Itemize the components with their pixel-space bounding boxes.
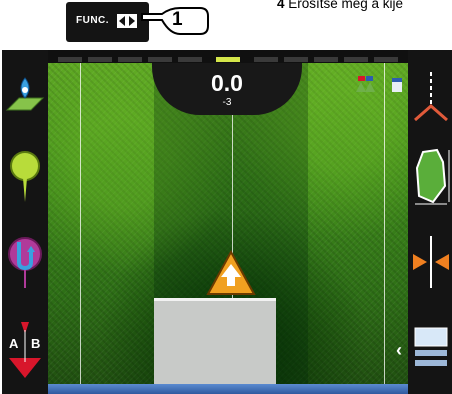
- func-label: FUNC.: [76, 15, 110, 26]
- field-boundary-icon[interactable]: [411, 146, 451, 206]
- section-segment: [284, 57, 308, 62]
- section-legend-icon: [356, 76, 402, 92]
- vehicle-icon: [206, 250, 256, 295]
- func-button[interactable]: FUNC.: [66, 2, 149, 42]
- section-segment-active: [216, 57, 240, 62]
- ab-label-b: B: [31, 336, 41, 351]
- ab-label-a: A: [9, 336, 19, 351]
- section-segment: [254, 57, 278, 62]
- section-segment: [178, 57, 202, 62]
- bottom-status-strip: [48, 384, 408, 394]
- guidance-shift-icon[interactable]: [411, 232, 451, 292]
- section-segment: [148, 57, 172, 62]
- section-status-bar: [48, 50, 418, 63]
- section-segment: [344, 57, 368, 62]
- section-segment: [88, 57, 112, 62]
- readout-offset: -3: [222, 97, 232, 108]
- guidance-screen: 0.0 -3 A B ‹: [2, 50, 452, 394]
- map-layer-icon[interactable]: [5, 70, 45, 130]
- left-toolbar: A B: [2, 50, 48, 394]
- instruction-step: 4: [277, 0, 285, 11]
- instruction-body: Erősítse meg a kije: [284, 0, 404, 11]
- readout-value: 0.0: [211, 70, 243, 96]
- cross-track-readout: 0.0 -3: [152, 63, 302, 115]
- section-segment: [58, 57, 82, 62]
- pin-marker-icon[interactable]: [5, 146, 45, 206]
- section-segment: [314, 57, 338, 62]
- sections-icon[interactable]: [411, 70, 451, 130]
- section-segment: [374, 57, 398, 62]
- chevron-left-icon[interactable]: ‹: [396, 340, 402, 361]
- applied-coverage: [154, 298, 276, 391]
- guide-line: [384, 63, 385, 393]
- callout-number: 1: [172, 9, 183, 30]
- split-arrow-icon: [117, 14, 137, 28]
- u-turn-icon[interactable]: [5, 232, 45, 292]
- right-toolbar: [408, 50, 452, 394]
- instruction-text: 4 Erősítse meg a kije: [277, 0, 403, 11]
- display-toggle-icon[interactable]: [411, 318, 451, 378]
- guide-line: [80, 63, 81, 393]
- section-segment: [118, 57, 142, 62]
